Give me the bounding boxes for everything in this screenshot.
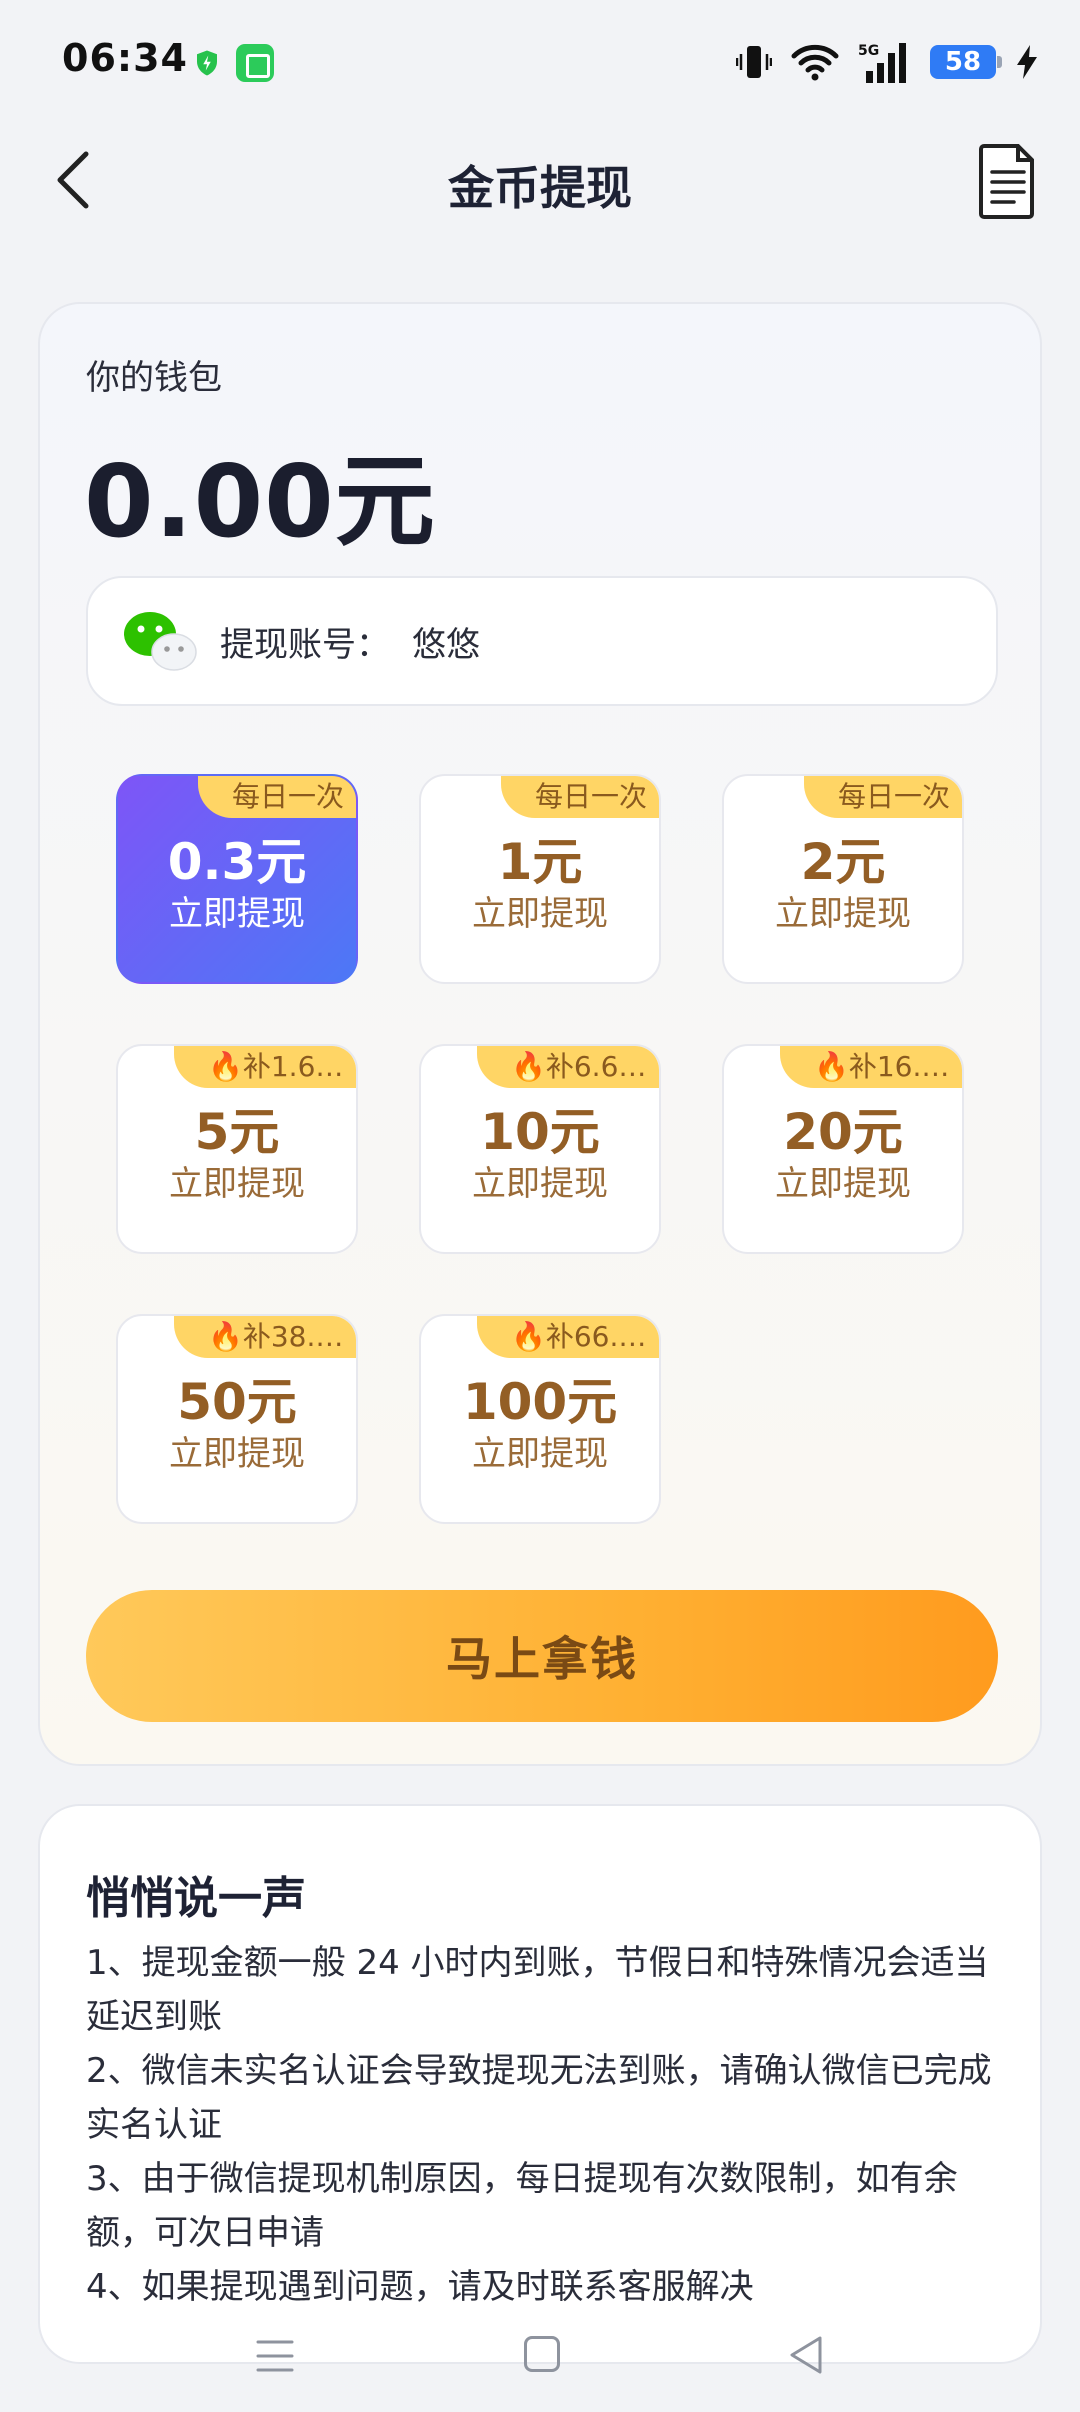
- top-app-bar: 金币提现: [0, 120, 1080, 240]
- wallet-label: 你的钱包: [86, 358, 222, 398]
- option-badge: 🔥补66.66...: [477, 1316, 659, 1358]
- wifi-icon: [791, 44, 839, 81]
- account-name: 悠悠: [412, 624, 480, 665]
- option-amount: 5元: [194, 1103, 280, 1161]
- vibrate-icon: [736, 46, 772, 78]
- status-icons: 5G 58: [736, 40, 1040, 84]
- svg-text:5G: 5G: [858, 43, 879, 59]
- option-badge: 每日一次: [500, 776, 659, 818]
- withdraw-account[interactable]: 提现账号： 悠悠: [86, 576, 998, 706]
- amount-option-50[interactable]: 🔥补38.88... 50元 立即提现: [116, 1314, 358, 1524]
- amount-option-0-3[interactable]: 每日一次 0.3元 立即提现: [116, 774, 358, 984]
- shield-icon: [197, 50, 217, 76]
- withdraw-now-button[interactable]: 马上拿钱: [86, 1590, 998, 1722]
- tip-item: 4、如果提现遇到问题，请及时联系客服解决: [86, 2267, 754, 2307]
- option-action: 立即提现: [775, 1164, 911, 1204]
- system-nav-bar: [0, 2312, 1080, 2412]
- nav-back-icon[interactable]: [786, 2334, 826, 2376]
- option-badge: 🔥补1.66元: [174, 1046, 356, 1088]
- account-label: 提现账号：: [220, 624, 390, 665]
- amount-option-100[interactable]: 🔥补66.66... 100元 立即提现: [419, 1314, 661, 1524]
- tips-card: 悄悄说一声 1、提现金额一般 24 小时内到账，节假日和特殊情况会适当延迟到账 …: [38, 1804, 1042, 2364]
- option-action: 立即提现: [775, 894, 911, 934]
- recent-apps-icon[interactable]: [256, 2336, 294, 2376]
- option-badge: 🔥补16.66...: [780, 1046, 962, 1088]
- tip-item: 3、由于微信提现机制原因，每日提现有次数限制，如有余额，可次日申请: [86, 2159, 958, 2253]
- tip-item: 1、提现金额一般 24 小时内到账，节假日和特殊情况会适当延迟到账: [86, 1943, 989, 2037]
- amount-option-5[interactable]: 🔥补1.66元 5元 立即提现: [116, 1044, 358, 1254]
- tips-title: 悄悄说一声: [86, 1873, 306, 1924]
- option-amount: 10元: [480, 1103, 600, 1161]
- wechat-icon: [124, 612, 197, 671]
- home-icon[interactable]: [524, 2336, 560, 2372]
- option-badge: 🔥补38.88...: [174, 1316, 356, 1358]
- amount-option-20[interactable]: 🔥补16.66... 20元 立即提现: [722, 1044, 964, 1254]
- option-amount: 2元: [800, 833, 886, 891]
- charging-icon: [1017, 45, 1037, 79]
- option-amount: 20元: [783, 1103, 903, 1161]
- tip-item: 2、微信未实名认证会导致提现无法到账，请确认微信已完成实名认证: [86, 2051, 992, 2145]
- option-amount: 100元: [462, 1373, 618, 1431]
- status-time: 06:34: [62, 36, 188, 80]
- option-action: 立即提现: [169, 894, 305, 934]
- status-bar: 06:34 5G 58: [0, 0, 1080, 120]
- app-notification-icon: [236, 44, 274, 82]
- amount-option-2[interactable]: 每日一次 2元 立即提现: [722, 774, 964, 984]
- option-badge: 每日一次: [197, 776, 356, 818]
- wallet-card: 你的钱包 0.00元 提现账号： 悠悠 每日一次 0.3元 立即提现 每日一次 …: [38, 302, 1042, 1766]
- option-badge: 🔥补6.66元: [477, 1046, 659, 1088]
- option-amount: 1元: [497, 833, 583, 891]
- option-action: 立即提现: [472, 1434, 608, 1474]
- page-title: 金币提现: [448, 161, 632, 215]
- option-action: 立即提现: [169, 1434, 305, 1474]
- amount-option-10[interactable]: 🔥补6.66元 10元 立即提现: [419, 1044, 661, 1254]
- battery-level: 58: [944, 47, 982, 77]
- option-action: 立即提现: [472, 1164, 608, 1204]
- option-action: 立即提现: [169, 1164, 305, 1204]
- record-document-icon[interactable]: [978, 142, 1038, 220]
- option-amount: 50元: [177, 1373, 297, 1431]
- signal-5g-icon: 5G: [858, 43, 906, 83]
- option-badge: 每日一次: [803, 776, 962, 818]
- battery-icon: 58: [930, 45, 1002, 79]
- option-action: 立即提现: [472, 894, 608, 934]
- amount-option-1[interactable]: 每日一次 1元 立即提现: [419, 774, 661, 984]
- option-amount: 0.3元: [167, 833, 307, 891]
- tips-list: 1、提现金额一般 24 小时内到账，节假日和特殊情况会适当延迟到账 2、微信未实…: [86, 1936, 1016, 2314]
- wallet-balance: 0.00元: [84, 443, 436, 560]
